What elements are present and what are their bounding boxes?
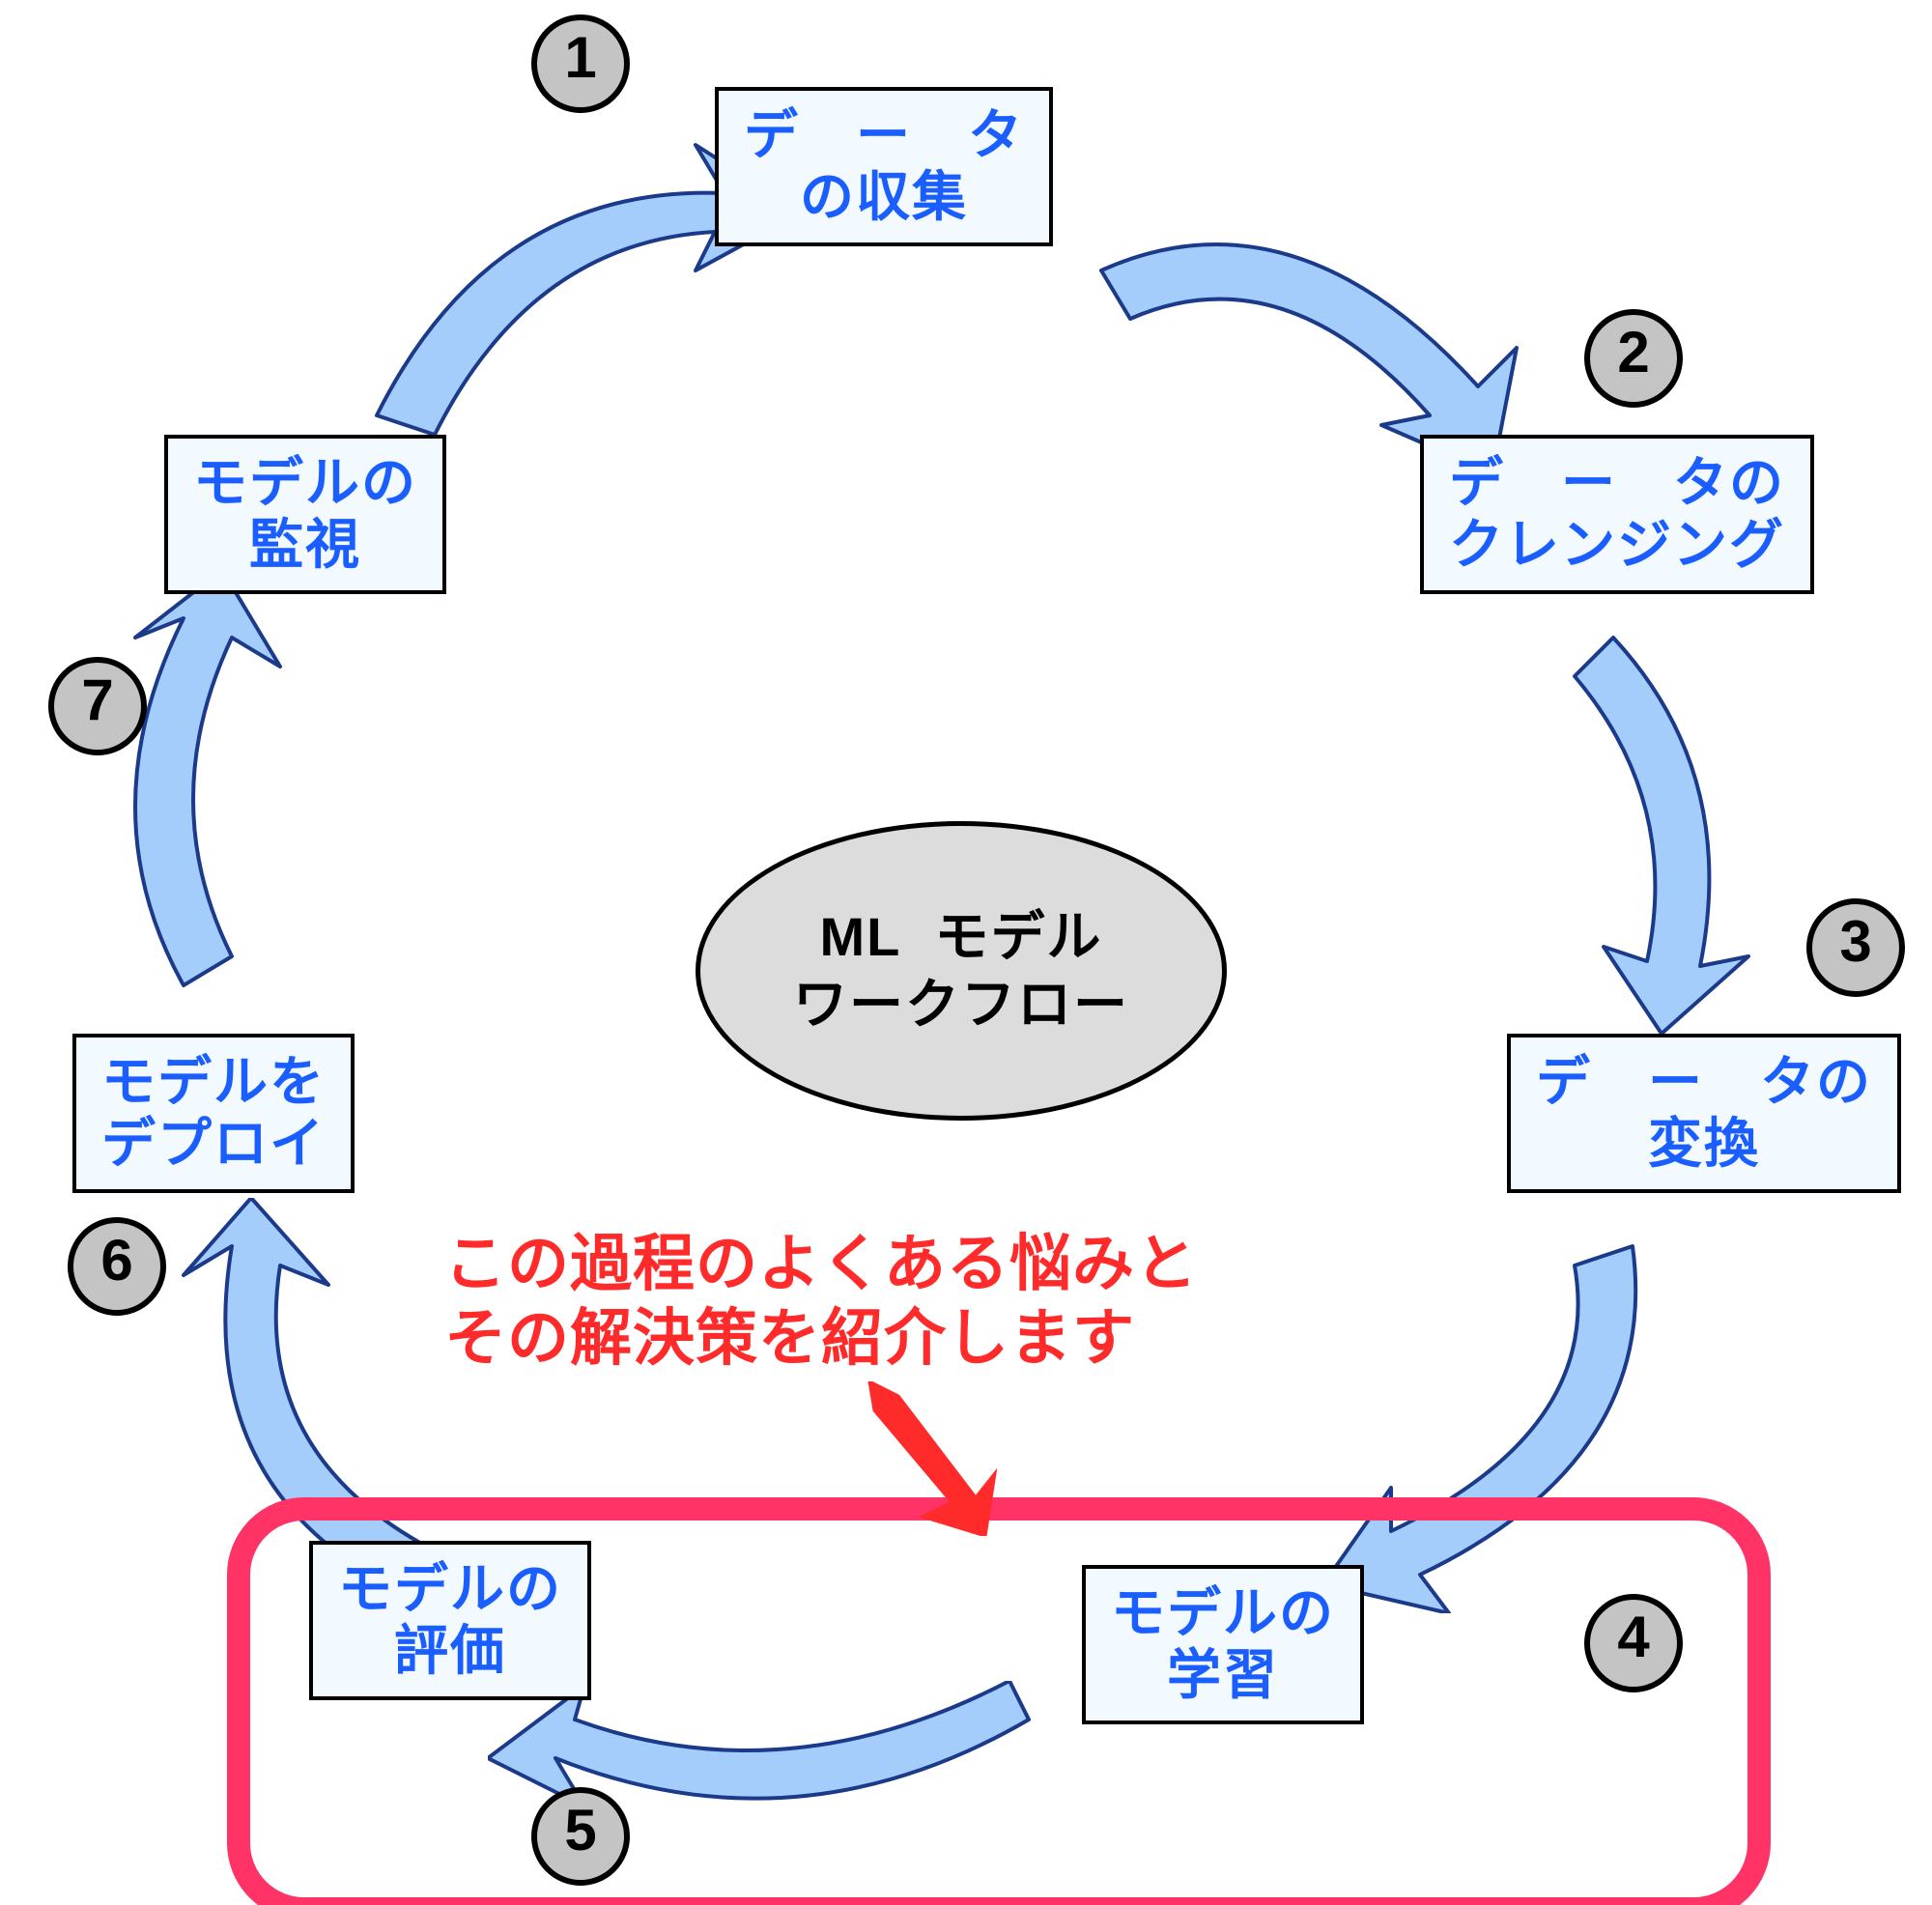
badge-2: 2 (1584, 309, 1683, 408)
badge-7: 7 (48, 657, 147, 755)
badge-6: 6 (68, 1217, 166, 1316)
badge-5: 5 (531, 1787, 630, 1886)
badge-1: 1 (531, 14, 630, 113)
center-title: ML モデル ワークフロー (696, 821, 1227, 1121)
annotation-text: この過程のよくある悩みと その解決策を紹介します (444, 1227, 1198, 1376)
arrow-7-to-1 (319, 116, 763, 464)
step-box-5: モデルの 評価 (309, 1541, 591, 1700)
step-box-1: デ ー タ の収集 (715, 87, 1053, 246)
step-box-3: デ ー タの 変換 (1507, 1034, 1901, 1193)
pointer-arrow-icon (831, 1381, 1005, 1536)
step-box-2: デ ー タの クレンジング (1420, 435, 1814, 594)
step-box-7: モデルの 監視 (164, 435, 446, 594)
step-box-6: モデルを デプロイ (72, 1034, 355, 1193)
arrow-6-to-7 (68, 570, 357, 1005)
ml-workflow-diagram: ML モデル ワークフロー デ ー タ の収集 デ ー タの クレンジング デ … (0, 0, 1932, 1905)
badge-4: 4 (1584, 1594, 1683, 1692)
arrow-2-to-3 (1497, 599, 1787, 1034)
step-box-4: モデルの 学習 (1082, 1565, 1364, 1724)
badge-3: 3 (1806, 898, 1905, 997)
